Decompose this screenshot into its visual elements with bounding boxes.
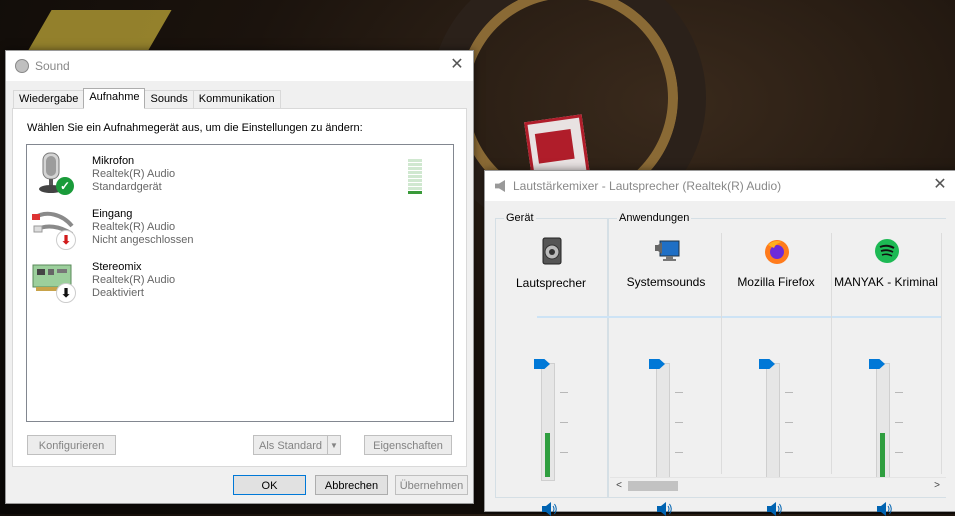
channel-label: Lautsprecher: [515, 276, 587, 290]
sound-title: Sound: [35, 59, 70, 73]
cancel-button[interactable]: Abbrechen: [315, 475, 388, 495]
device-driver: Realtek(R) Audio: [92, 168, 176, 180]
tab-wiedergabe[interactable]: Wiedergabe: [13, 90, 85, 109]
firefox-icon: [765, 240, 789, 264]
mixer-titlebar[interactable]: Lautstärkemixer - Lautsprecher (Realtek(…: [485, 171, 955, 201]
volume-slider-track[interactable]: [766, 363, 780, 481]
speaker-title-icon: [495, 180, 505, 192]
sound-app-icon: [15, 59, 29, 73]
mixer-title: Lautstärkemixer - Lautsprecher (Realtek(…: [513, 179, 782, 193]
configure-button[interactable]: Konfigurieren: [27, 435, 116, 455]
chevron-down-icon[interactable]: ▼: [327, 435, 341, 455]
recording-panel: Wählen Sie ein Aufnahmegerät aus, um die…: [12, 108, 467, 467]
slider-tick: [560, 392, 568, 393]
volume-slider-track[interactable]: [541, 363, 555, 481]
list-item-stereomix[interactable]: ⬇ Stereomix Realtek(R) Audio Deaktiviert: [32, 257, 432, 307]
slider-tick: [785, 422, 793, 423]
device-list: ✓ Mikrofon Realtek(R) Audio Standardgerä…: [26, 144, 454, 422]
list-item-mikrofon[interactable]: ✓ Mikrofon Realtek(R) Audio Standardgerä…: [32, 151, 432, 201]
tab-aufnahme[interactable]: Aufnahme: [83, 88, 146, 109]
channel-separator: [941, 233, 942, 474]
slider-tick: [675, 422, 683, 423]
device-name: Stereomix: [92, 261, 142, 273]
device-state: Nicht angeschlossen: [92, 234, 194, 246]
instruction-text: Wählen Sie ein Aufnahmegerät aus, um die…: [27, 122, 363, 134]
set-default-button[interactable]: Als Standard: [253, 435, 328, 455]
wallpaper-stripe: [28, 10, 172, 50]
check-icon: ✓: [56, 177, 74, 195]
slider-tick: [895, 392, 903, 393]
device-state: Standardgerät: [92, 181, 162, 193]
apply-button[interactable]: Übernehmen: [395, 475, 468, 495]
sound-tabs: Wiedergabe Aufnahme Sounds Kommunikation: [13, 88, 281, 109]
black-down-arrow-icon: ⬇: [56, 283, 76, 303]
scrollbar-thumb[interactable]: [628, 481, 678, 491]
scroll-left-icon[interactable]: <: [612, 479, 626, 493]
sound-titlebar[interactable]: Sound ✕: [6, 51, 473, 81]
channel-label: MANYAK - Kriminal: [834, 275, 938, 289]
slider-tick: [895, 422, 903, 423]
close-icon[interactable]: ✕: [449, 57, 465, 73]
volume-mixer-window: Lautstärkemixer - Lautsprecher (Realtek(…: [484, 170, 955, 516]
device-driver: Realtek(R) Audio: [92, 221, 176, 233]
device-name: Eingang: [92, 208, 133, 220]
system-sounds-icon: [655, 240, 680, 261]
slider-tick: [785, 452, 793, 453]
channel-label: Mozilla Firefox: [737, 275, 815, 289]
scroll-right-icon[interactable]: >: [930, 479, 944, 493]
properties-button[interactable]: Eigenschaften: [364, 435, 452, 455]
horizontal-scrollbar[interactable]: < >: [610, 477, 946, 494]
slider-tick: [675, 452, 683, 453]
device-state: Deaktiviert: [92, 287, 144, 299]
ok-button[interactable]: OK: [233, 475, 306, 495]
sound-dialog: Sound ✕ Wiedergabe Aufnahme Sounds Kommu…: [5, 50, 474, 504]
volume-slider-track[interactable]: [876, 363, 890, 481]
channel-label: Systemsounds: [626, 275, 706, 289]
volume-slider-track[interactable]: [656, 363, 670, 481]
tab-sounds[interactable]: Sounds: [144, 90, 194, 109]
channel-firefox: Mozilla Firefox: [721, 220, 831, 516]
slider-tick: [785, 392, 793, 393]
slider-tick: [675, 392, 683, 393]
speaker-device-icon: [542, 237, 562, 265]
close-icon[interactable]: ✕: [932, 177, 948, 193]
slider-tick: [895, 452, 903, 453]
device-name: Mikrofon: [92, 155, 135, 167]
spotify-icon: [875, 239, 899, 263]
list-item-eingang[interactable]: ⬇ Eingang Realtek(R) Audio Nicht angesch…: [32, 204, 432, 254]
device-driver: Realtek(R) Audio: [92, 274, 176, 286]
tab-kommunikation[interactable]: Kommunikation: [192, 90, 281, 109]
channel-lautsprecher: Lautsprecher: [496, 220, 606, 516]
volume-level-meter: [880, 433, 885, 477]
volume-level-meter: [545, 433, 550, 477]
slider-tick: [560, 452, 568, 453]
channel-systemsounds: Systemsounds: [611, 220, 721, 516]
red-down-arrow-icon: ⬇: [56, 230, 76, 250]
channel-spotify: MANYAK - Kriminal: [831, 220, 941, 516]
slider-tick: [560, 422, 568, 423]
input-level-meter: [408, 159, 422, 199]
